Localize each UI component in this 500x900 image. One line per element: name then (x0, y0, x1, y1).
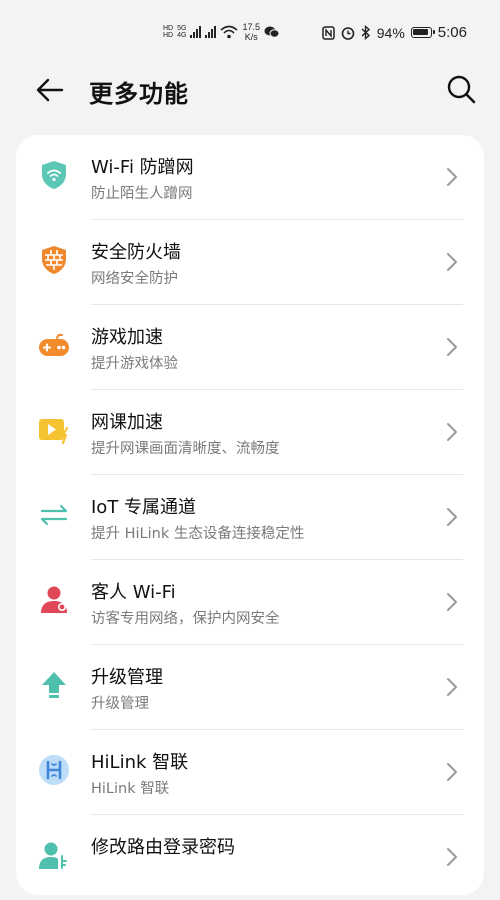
menu-item-title: 客人 Wi-Fi (91, 582, 176, 603)
wifi-shield-icon (42, 161, 66, 189)
chevron-right-icon (447, 678, 457, 696)
search-icon[interactable] (444, 72, 478, 106)
menu-item-hilink[interactable]: HiLink 智联 HiLink 智联 (16, 730, 484, 815)
menu-item-subtitle: 提升游戏体验 (91, 356, 178, 372)
menu-item-game-boost[interactable]: 游戏加速 提升游戏体验 (16, 305, 484, 390)
clock: 5:06 (437, 24, 467, 41)
menu-item-iot-channel[interactable]: IoT 专属通道 提升 HiLink 生态设备连接稳定性 (16, 475, 484, 560)
menu-item-title: 升级管理 (91, 667, 163, 688)
menu-item-title: 游戏加速 (91, 327, 163, 348)
menu-item-subtitle: HiLink 智联 (91, 781, 170, 797)
hd-label-1: HD (163, 25, 174, 32)
chevron-right-icon (447, 168, 457, 186)
menu-item-title: 网课加速 (91, 412, 163, 433)
feature-list-card: Wi-Fi 防蹭网 防止陌生人蹭网 安全防火墙 网络安全防护 游戏加速 提升游戏… (16, 135, 484, 895)
signal-icon-2 (205, 26, 217, 38)
bluetooth-icon (361, 25, 370, 40)
user-key-icon (39, 842, 67, 869)
menu-item-subtitle: 网络安全防护 (91, 271, 178, 287)
menu-item-subtitle: 升级管理 (91, 696, 149, 712)
chevron-right-icon (447, 508, 457, 526)
net-speed-unit: K/s (244, 32, 258, 42)
menu-item-change-router-password[interactable]: 修改路由登录密码 (16, 815, 484, 900)
net-type-2: 4G (177, 32, 187, 39)
hilink-icon (39, 755, 69, 785)
firewall-icon (42, 246, 66, 274)
chevron-right-icon (447, 848, 457, 866)
menu-item-subtitle: 提升网课画面清晰度、流畅度 (91, 441, 280, 457)
chevron-right-icon (447, 338, 457, 356)
page-title: 更多功能 (89, 80, 189, 108)
guest-user-icon (41, 586, 67, 613)
menu-item-title: 修改路由登录密码 (91, 837, 235, 858)
back-arrow-icon[interactable] (34, 74, 66, 106)
upgrade-arrow-icon (42, 672, 66, 698)
menu-item-guest-wifi[interactable]: 客人 Wi-Fi 访客专用网络，保护内网安全 (16, 560, 484, 645)
hd-indicator: HD HD (163, 25, 173, 39)
signal-icon (190, 26, 202, 38)
battery-icon (410, 27, 435, 38)
menu-item-online-class-boost[interactable]: 网课加速 提升网课画面清晰度、流畅度 (16, 390, 484, 475)
menu-item-wifi-anti-leech[interactable]: Wi-Fi 防蹭网 防止陌生人蹭网 (16, 135, 484, 220)
chevron-right-icon (447, 763, 457, 781)
menu-item-subtitle: 防止陌生人蹭网 (91, 186, 193, 202)
menu-item-upgrade-management[interactable]: 升级管理 升级管理 (16, 645, 484, 730)
status-bar: HD HD 5G 4G 17.5 K/s 94% 5:06 (0, 0, 500, 62)
chevron-right-icon (447, 423, 457, 441)
hd-label-2: HD (163, 32, 174, 39)
app-header: 更多功能 (0, 62, 500, 118)
alarm-icon (341, 26, 355, 40)
net-type-indicator: 5G 4G (177, 25, 186, 39)
iot-channel-icon (40, 504, 68, 526)
chevron-right-icon (447, 593, 457, 611)
nfc-icon (322, 25, 335, 40)
wifi-status-icon (220, 25, 238, 39)
menu-item-subtitle: 访客专用网络，保护内网安全 (91, 611, 280, 627)
menu-item-firewall[interactable]: 安全防火墙 网络安全防护 (16, 220, 484, 305)
net-type-1: 5G (177, 25, 187, 32)
wechat-icon (264, 26, 280, 38)
status-right: 94% 5:06 (322, 24, 467, 41)
battery-percent: 94% (376, 24, 405, 41)
menu-item-title: 安全防火墙 (91, 242, 181, 263)
net-speed: 17.5 K/s (242, 22, 260, 42)
status-left: HD HD 5G 4G 17.5 K/s (163, 22, 280, 42)
video-class-icon (39, 419, 69, 445)
net-speed-value: 17.5 (242, 22, 260, 32)
menu-item-title: IoT 专属通道 (91, 497, 197, 518)
menu-item-subtitle: 提升 HiLink 生态设备连接稳定性 (91, 526, 305, 542)
gamepad-icon (39, 333, 69, 356)
menu-item-title: Wi-Fi 防蹭网 (91, 157, 194, 178)
menu-item-title: HiLink 智联 (91, 752, 189, 773)
chevron-right-icon (447, 253, 457, 271)
